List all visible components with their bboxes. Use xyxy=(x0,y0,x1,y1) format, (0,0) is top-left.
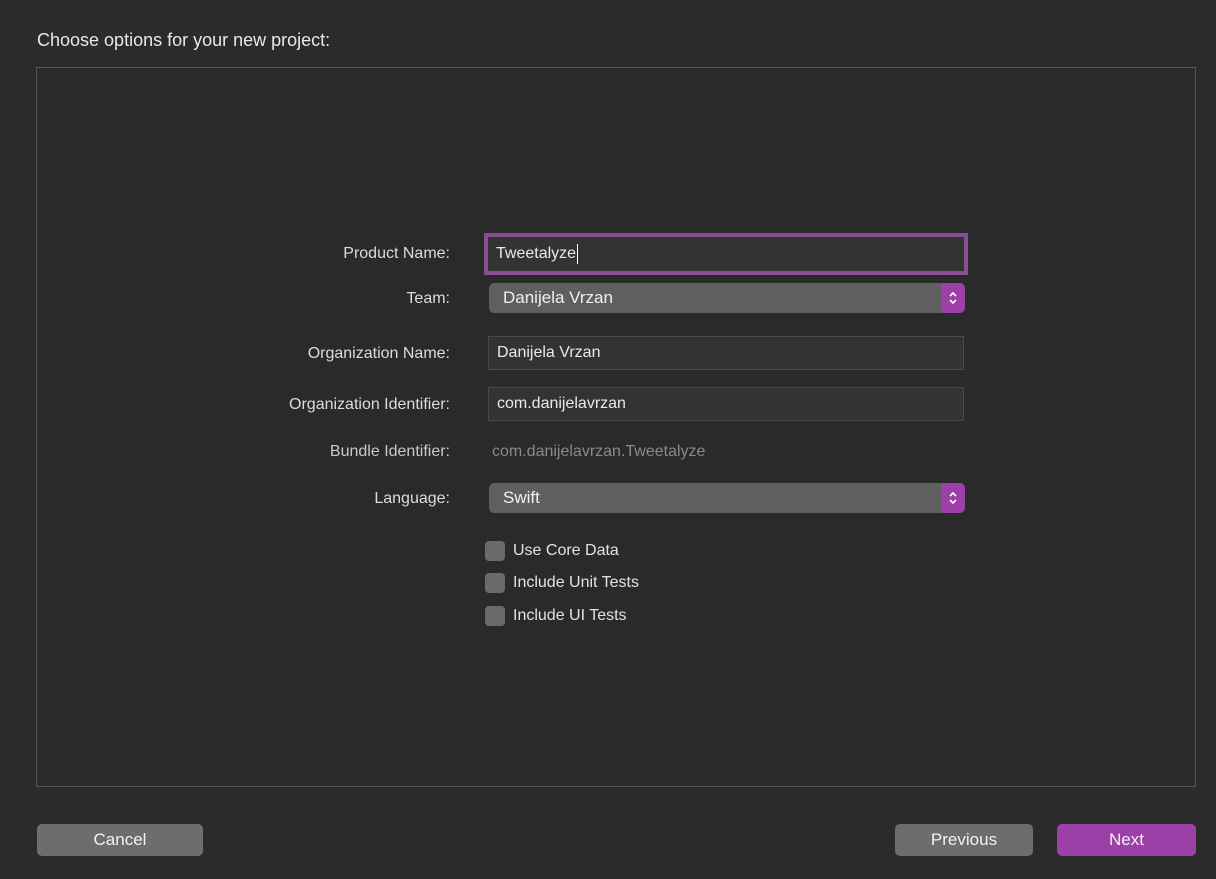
organization-identifier-label: Organization Identifier: xyxy=(289,396,450,413)
use-core-data-checkbox-row[interactable]: Use Core Data xyxy=(485,541,619,561)
chevron-up-down-icon xyxy=(941,483,965,513)
include-unit-tests-label: Include Unit Tests xyxy=(513,574,639,591)
include-unit-tests-checkbox-row[interactable]: Include Unit Tests xyxy=(485,573,639,593)
options-panel: Product Name: Tweetalyze Team: Danijela … xyxy=(36,67,1196,787)
previous-button[interactable]: Previous xyxy=(895,824,1033,856)
use-core-data-label: Use Core Data xyxy=(513,542,619,559)
use-core-data-checkbox[interactable] xyxy=(485,541,505,561)
organization-name-label: Organization Name: xyxy=(307,345,450,362)
include-unit-tests-checkbox[interactable] xyxy=(485,573,505,593)
bundle-identifier-value: com.danijelavrzan.Tweetalyze xyxy=(492,443,706,460)
team-popup[interactable]: Danijela Vrzan xyxy=(489,283,965,313)
organization-identifier-field[interactable]: com.danijelavrzan xyxy=(488,387,964,421)
chevron-up-down-icon xyxy=(941,283,965,313)
bundle-identifier-label: Bundle Identifier: xyxy=(329,443,450,460)
organization-name-value: Danijela Vrzan xyxy=(497,344,601,361)
include-ui-tests-label: Include UI Tests xyxy=(513,607,627,624)
language-value: Swift xyxy=(503,488,540,507)
include-ui-tests-checkbox-row[interactable]: Include UI Tests xyxy=(485,606,627,626)
product-name-label: Product Name: xyxy=(343,245,450,262)
team-value: Danijela Vrzan xyxy=(503,288,613,307)
text-caret xyxy=(577,243,579,264)
include-ui-tests-checkbox[interactable] xyxy=(485,606,505,626)
cancel-button[interactable]: Cancel xyxy=(37,824,203,856)
organization-identifier-value: com.danijelavrzan xyxy=(497,395,626,412)
organization-name-field[interactable]: Danijela Vrzan xyxy=(488,336,964,370)
dialog-title: Choose options for your new project: xyxy=(37,30,331,50)
language-popup[interactable]: Swift xyxy=(489,483,965,513)
team-label: Team: xyxy=(406,290,450,307)
product-name-value: Tweetalyze xyxy=(496,245,577,262)
language-label: Language: xyxy=(374,490,450,507)
product-name-field[interactable]: Tweetalyze xyxy=(484,233,968,275)
next-button[interactable]: Next xyxy=(1057,824,1196,856)
